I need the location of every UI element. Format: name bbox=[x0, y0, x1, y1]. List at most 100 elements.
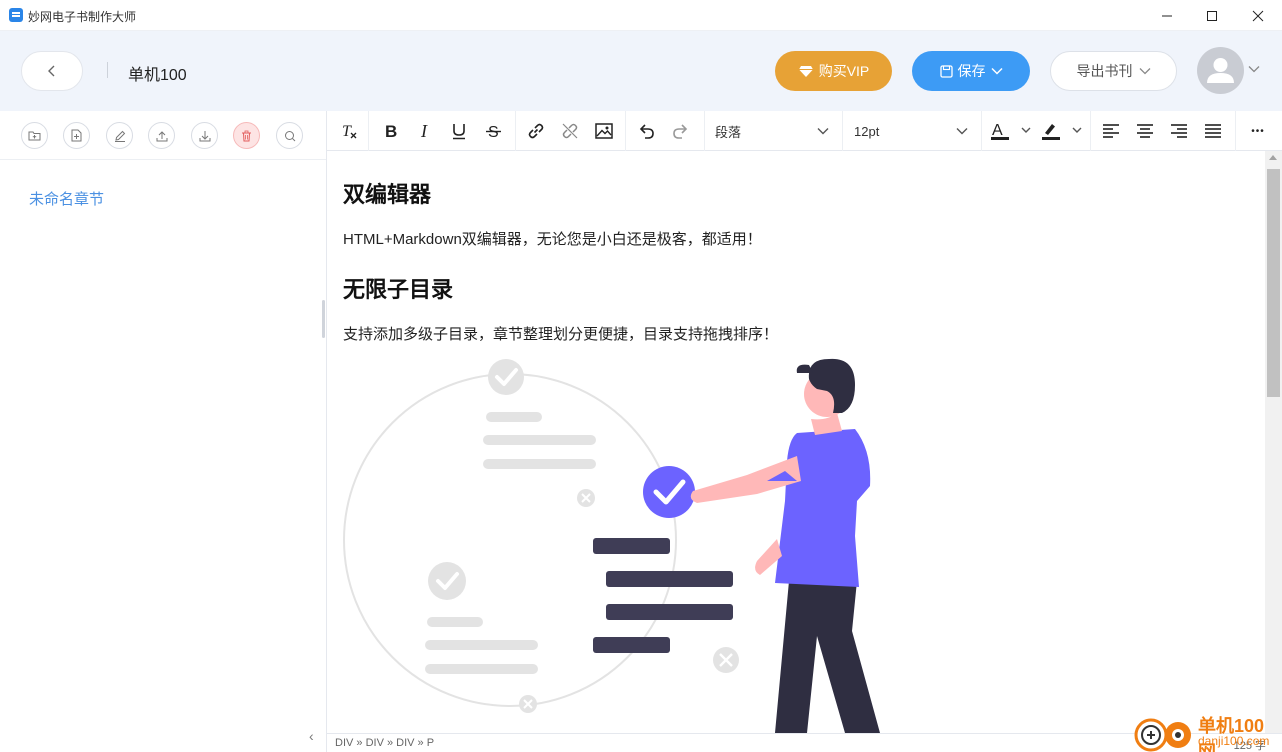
text-color-button[interactable]: A bbox=[987, 117, 1035, 145]
clear-format-button[interactable]: T bbox=[335, 117, 363, 145]
toolbar-divider bbox=[704, 111, 705, 151]
align-center-icon bbox=[1137, 124, 1153, 138]
svg-text:A: A bbox=[992, 122, 1003, 139]
undo-button[interactable] bbox=[632, 117, 660, 145]
save-icon bbox=[939, 64, 953, 78]
undo-icon bbox=[639, 124, 654, 139]
svg-text:I: I bbox=[420, 123, 428, 139]
strikethrough-icon: S bbox=[485, 124, 501, 140]
maximize-button[interactable] bbox=[1190, 0, 1234, 31]
search-icon bbox=[284, 130, 295, 141]
element-path[interactable]: DIV » DIV » DIV » P bbox=[335, 737, 434, 749]
scroll-up-arrow-icon[interactable] bbox=[1269, 155, 1277, 160]
align-left-button[interactable] bbox=[1097, 117, 1125, 145]
minimize-icon bbox=[1162, 15, 1172, 16]
italic-icon: I bbox=[420, 123, 428, 139]
align-right-button[interactable] bbox=[1165, 117, 1193, 145]
chapter-item[interactable]: 未命名章节 bbox=[29, 188, 104, 209]
heading-dual-editor: 双编辑器 bbox=[343, 182, 432, 207]
italic-button[interactable]: I bbox=[411, 117, 439, 145]
svg-text:T: T bbox=[342, 123, 352, 140]
save-label: 保存 bbox=[957, 63, 986, 79]
redo-button[interactable] bbox=[667, 117, 695, 145]
buy-vip-label: 购买VIP bbox=[818, 63, 870, 79]
bold-icon: B bbox=[385, 123, 397, 139]
block-format-select[interactable]: 段落 bbox=[715, 117, 833, 145]
font-size-select[interactable]: 12pt bbox=[854, 117, 972, 145]
export-book-button[interactable]: 导出书刊 bbox=[1050, 51, 1177, 91]
account-menu-chevron-icon[interactable] bbox=[1248, 65, 1260, 73]
strikethrough-button[interactable]: S bbox=[479, 117, 507, 145]
site-watermark: 单机100网 danji100.com bbox=[1132, 710, 1282, 752]
bold-button[interactable]: B bbox=[377, 117, 405, 145]
header-bar: 单机100 购买VIP 保存 导出书刊 bbox=[0, 31, 1282, 111]
paragraph-dual-editor: HTML+Markdown双编辑器，无论您是小白还是极客，都适用！ bbox=[343, 231, 762, 248]
toolbar-divider bbox=[1090, 111, 1091, 151]
toolbar-divider bbox=[981, 111, 982, 151]
back-button[interactable] bbox=[21, 51, 83, 91]
feature-illustration bbox=[343, 358, 880, 733]
redo-icon bbox=[673, 124, 688, 139]
more-options-button[interactable]: ••• bbox=[1242, 117, 1274, 145]
toolbar-divider bbox=[625, 111, 626, 151]
editor-scrollbar[interactable] bbox=[1265, 151, 1282, 733]
minimize-button[interactable] bbox=[1145, 0, 1189, 31]
text-color-icon: A bbox=[991, 122, 1031, 140]
chevron-down-icon bbox=[817, 128, 829, 135]
avatar[interactable] bbox=[1197, 47, 1244, 94]
move-up-button[interactable] bbox=[148, 122, 175, 149]
check-circle-icon bbox=[428, 562, 466, 600]
toolbar-divider bbox=[515, 111, 516, 151]
insert-link-button[interactable] bbox=[522, 117, 550, 145]
pencil-icon bbox=[114, 130, 125, 142]
toolbar-divider bbox=[1235, 111, 1236, 151]
header-divider bbox=[107, 62, 108, 78]
delete-button[interactable] bbox=[233, 122, 260, 149]
chevron-left-icon bbox=[48, 65, 55, 77]
new-file-button[interactable] bbox=[63, 122, 90, 149]
font-size-value: 12pt bbox=[854, 123, 880, 139]
rename-button[interactable] bbox=[106, 122, 133, 149]
underline-button[interactable] bbox=[445, 117, 473, 145]
highlight-icon bbox=[1042, 124, 1082, 140]
align-justify-icon bbox=[1205, 124, 1221, 138]
remove-link-button[interactable] bbox=[556, 117, 584, 145]
sidebar-resize-handle[interactable] bbox=[322, 300, 325, 338]
book-title: 单机100 bbox=[128, 67, 187, 84]
move-down-button[interactable] bbox=[191, 122, 218, 149]
chapter-sidebar: 未命名章节 ‹ bbox=[0, 111, 327, 752]
search-button[interactable] bbox=[276, 122, 303, 149]
check-circle-icon bbox=[488, 359, 524, 395]
watermark-logo-icon bbox=[1134, 718, 1191, 752]
close-icon bbox=[1252, 10, 1264, 21]
watermark-url: danji100.com bbox=[1198, 734, 1270, 748]
folder-plus-icon bbox=[28, 131, 41, 141]
underline-icon bbox=[453, 123, 465, 139]
new-folder-button[interactable] bbox=[21, 122, 48, 149]
insert-image-button[interactable] bbox=[590, 117, 618, 145]
align-center-button[interactable] bbox=[1131, 117, 1159, 145]
download-icon bbox=[199, 130, 210, 141]
buy-vip-button[interactable]: 购买VIP bbox=[775, 51, 892, 91]
highlight-color-button[interactable] bbox=[1038, 117, 1086, 145]
editor-toolbar: T B I S 段落 12pt A ••• bbox=[327, 111, 1282, 151]
sidebar-toolbar bbox=[0, 111, 326, 160]
export-label: 导出书刊 bbox=[1076, 63, 1133, 79]
upload-icon bbox=[156, 130, 167, 141]
chevron-down-icon bbox=[990, 67, 1003, 75]
collapse-sidebar-button[interactable]: ‹ bbox=[309, 728, 314, 744]
link-icon bbox=[528, 123, 544, 139]
align-justify-button[interactable] bbox=[1199, 117, 1227, 145]
close-button[interactable] bbox=[1236, 0, 1280, 31]
diamond-icon bbox=[798, 65, 813, 77]
save-button[interactable]: 保存 bbox=[912, 51, 1030, 91]
purple-check-icon bbox=[643, 466, 695, 518]
clear-format-icon: T bbox=[342, 123, 357, 140]
trash-icon bbox=[242, 130, 251, 141]
paragraph-sub-directory: 支持添加多级子目录，章节整理划分更便捷，目录支持拖拽排序！ bbox=[343, 326, 779, 343]
user-icon bbox=[1207, 58, 1234, 83]
chevron-down-icon bbox=[956, 128, 968, 135]
scroll-thumb[interactable] bbox=[1267, 169, 1280, 397]
unlink-icon bbox=[562, 123, 578, 139]
editor-content[interactable]: 双编辑器 HTML+Markdown双编辑器，无论您是小白还是极客，都适用！ 无… bbox=[327, 151, 1265, 733]
